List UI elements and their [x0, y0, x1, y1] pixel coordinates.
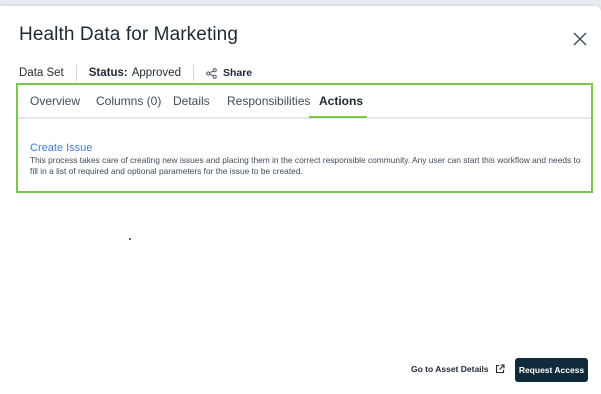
asset-details-label: Go to Asset Details [411, 364, 489, 374]
dialog-title: Health Data for Marketing [19, 24, 238, 45]
go-to-asset-details-link[interactable]: Go to Asset Details [411, 364, 505, 374]
close-icon [573, 32, 587, 46]
status-label: Status: [88, 67, 128, 79]
create-issue-link[interactable]: Create Issue [30, 142, 92, 154]
asset-dialog: Health Data for Marketing Data Set Statu… [0, 6, 601, 394]
tab-overview[interactable]: Overview [30, 94, 80, 108]
tab-actions[interactable]: Actions [319, 94, 363, 108]
external-link-icon [495, 364, 505, 374]
tab-responsibilities[interactable]: Responsibilities [227, 94, 310, 108]
meta-divider [75, 65, 77, 81]
active-tab-indicator [309, 116, 367, 118]
close-button[interactable] [569, 28, 591, 50]
share-button[interactable]: Share [206, 67, 252, 79]
share-icon [206, 67, 217, 79]
request-access-button[interactable]: Request Access [515, 358, 588, 382]
tab-bar: Overview Columns (0) Details Responsibil… [18, 85, 591, 119]
share-label: Share [222, 67, 253, 79]
asset-tabs-panel: Overview Columns (0) Details Responsibil… [16, 83, 593, 193]
status-value: Approved [131, 67, 181, 79]
meta-divider [192, 65, 194, 81]
create-issue-description: This process takes care of creating new … [30, 155, 581, 176]
asset-type: Data Set [19, 67, 64, 79]
asset-meta-row: Data Set Status: Approved Share [19, 64, 252, 82]
stray-dot [129, 238, 131, 240]
tab-columns[interactable]: Columns (0) [96, 94, 161, 108]
tab-details[interactable]: Details [173, 94, 210, 108]
